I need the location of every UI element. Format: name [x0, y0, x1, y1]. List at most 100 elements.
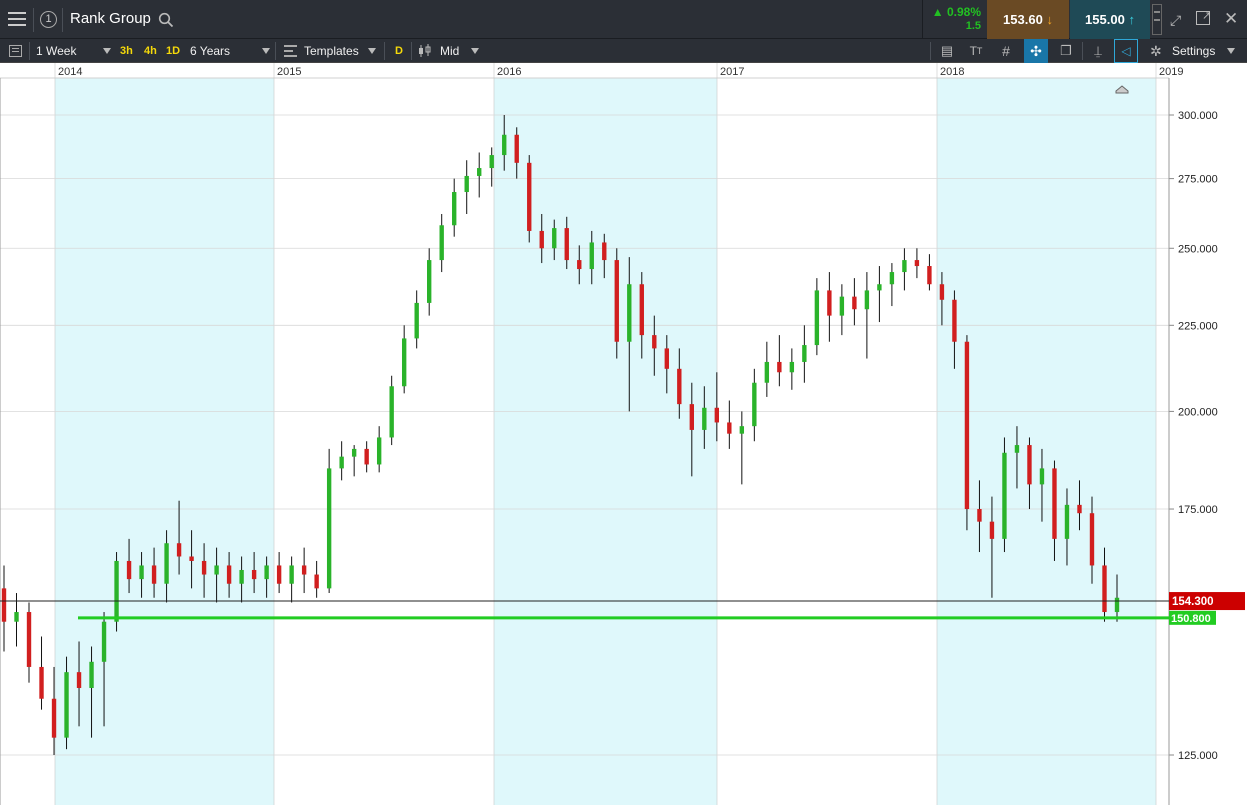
scroll-handle-icon[interactable]	[1152, 4, 1162, 35]
range-caret-icon[interactable]	[262, 48, 270, 54]
templates-button[interactable]: Templates	[304, 39, 359, 63]
candle-body	[351, 448, 357, 457]
x-tick-label: 2015	[277, 66, 301, 78]
candle-body	[139, 565, 144, 580]
change-percent: 0.98%	[946, 5, 981, 19]
price-type-select[interactable]: Mid	[440, 39, 459, 63]
candle	[314, 560, 319, 598]
year-band	[55, 78, 274, 805]
candle-body	[752, 382, 757, 427]
candle-body	[477, 168, 482, 176]
candle	[914, 248, 920, 279]
candle-body	[1, 588, 7, 622]
x-tick-label: 2018	[940, 66, 964, 78]
grid-icon[interactable]: #	[994, 39, 1018, 63]
candle-body	[489, 155, 494, 169]
candle-body	[889, 272, 895, 285]
close-icon[interactable]: ✕	[1224, 9, 1238, 29]
candle	[927, 254, 932, 291]
candle-body	[539, 230, 544, 249]
quick-interval-3h[interactable]: 3h	[120, 39, 133, 63]
text-tool-icon[interactable]: TT	[964, 39, 988, 63]
candle	[1, 565, 7, 652]
sell-price: 153.60	[1003, 12, 1043, 27]
candle-body	[189, 556, 194, 561]
indicators-icon[interactable]: ▤	[935, 39, 959, 63]
interval-caret-icon[interactable]	[103, 48, 111, 54]
candle	[902, 248, 907, 291]
menu-icon[interactable]	[8, 12, 26, 26]
candle	[789, 348, 795, 390]
x-tick-label: 2019	[1159, 66, 1183, 78]
candle-body	[26, 612, 32, 667]
candle-body	[1064, 504, 1070, 539]
settings-button[interactable]: Settings	[1172, 39, 1215, 63]
y-tick-label: 125.000	[1178, 750, 1218, 762]
drawing-icon[interactable]: ⍊	[1086, 39, 1110, 63]
candle	[364, 441, 369, 473]
templates-caret-icon[interactable]	[368, 48, 376, 54]
candle-body	[877, 284, 882, 291]
candle	[877, 266, 882, 323]
candle-body	[1089, 513, 1095, 566]
instrument-title[interactable]: Rank Group	[70, 10, 151, 27]
candle-body	[627, 284, 632, 342]
sidebar-toggle-icon[interactable]	[9, 45, 22, 57]
interval-select[interactable]: 1 Week	[36, 39, 76, 63]
candle	[452, 178, 457, 237]
down-arrow-icon: ↓	[1046, 12, 1053, 27]
candle-body	[839, 296, 845, 316]
candle	[852, 278, 857, 326]
candle-type-icon[interactable]	[418, 44, 434, 58]
search-icon[interactable]	[158, 12, 174, 28]
settings-caret-icon[interactable]	[1227, 48, 1235, 54]
candle-body	[1027, 445, 1032, 485]
buy-button[interactable]: 155.00 ↑	[1070, 0, 1150, 39]
candle-body	[264, 565, 269, 580]
candle	[414, 290, 419, 349]
candle	[464, 160, 469, 215]
price-type-caret-icon[interactable]	[471, 48, 479, 54]
candle-body	[439, 225, 444, 261]
candle-body	[789, 361, 795, 373]
label-tool-icon[interactable]: ◁	[1114, 39, 1138, 63]
candle-body	[677, 368, 682, 405]
candle-body	[176, 543, 182, 557]
candle-body	[964, 341, 970, 510]
candle-body	[101, 621, 107, 662]
candle-body	[89, 661, 94, 688]
candle-body	[1102, 565, 1107, 613]
expand-icon[interactable]: ⤢	[1170, 12, 1181, 29]
settings-gear-icon[interactable]: ✲	[1150, 43, 1162, 60]
candle-body	[702, 407, 707, 430]
candle-body	[739, 426, 745, 434]
layers-icon[interactable]: ❐	[1054, 39, 1078, 63]
quick-interval-4h[interactable]: 4h	[144, 39, 157, 63]
candle-body	[64, 672, 69, 738]
info-icon[interactable]: 1	[40, 11, 57, 28]
candle	[114, 552, 119, 632]
candle-body	[727, 422, 732, 434]
x-tick-label: 2014	[58, 66, 82, 78]
popout-icon[interactable]: ↗	[1196, 10, 1211, 25]
candle-body	[239, 569, 244, 584]
price-chart[interactable]: 2014 2015 2016 2017 2018 2019 300.000 275.000 25…	[0, 63, 1247, 805]
candle-body	[1052, 468, 1057, 539]
range-select[interactable]: 6 Years	[190, 39, 230, 63]
sell-button[interactable]: 153.60 ↓	[987, 0, 1069, 39]
candle-body	[864, 290, 870, 310]
d-button[interactable]: D	[395, 39, 403, 63]
chart-canvas[interactable]: 2014 2015 2016 2017 2018 2019 300.000 275.000 25…	[0, 63, 1247, 805]
candle-body	[452, 192, 457, 226]
candle-body	[1077, 504, 1082, 514]
candle	[351, 445, 357, 477]
candle	[527, 155, 532, 243]
quick-interval-1d[interactable]: 1D	[166, 39, 180, 63]
crosshair-icon[interactable]: ✣	[1024, 39, 1048, 63]
candle	[739, 411, 745, 485]
templates-icon[interactable]	[284, 45, 297, 57]
year-band	[937, 78, 1156, 805]
candle-body	[301, 565, 307, 575]
candle	[964, 335, 970, 531]
candle-body	[802, 345, 807, 362]
